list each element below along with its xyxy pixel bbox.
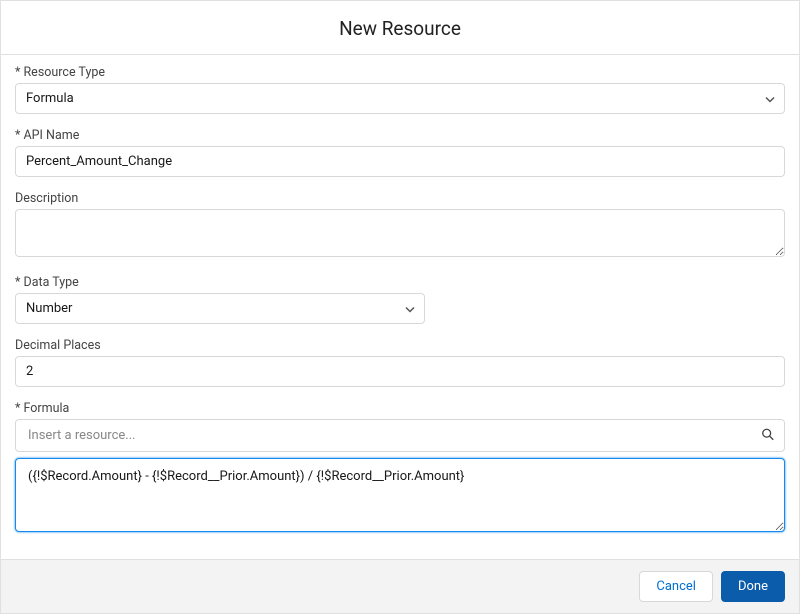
modal-title: New Resource bbox=[1, 1, 799, 55]
cancel-button[interactable]: Cancel bbox=[639, 571, 713, 602]
done-button[interactable]: Done bbox=[721, 571, 785, 602]
resource-type-label: Resource Type bbox=[15, 65, 785, 80]
decimal-places-input[interactable] bbox=[15, 356, 785, 387]
decimal-places-group: Decimal Places bbox=[15, 338, 785, 387]
api-name-label: API Name bbox=[15, 128, 785, 143]
resource-type-group: Resource Type Formula bbox=[15, 65, 785, 114]
description-textarea[interactable] bbox=[15, 209, 785, 257]
data-type-label: Data Type bbox=[15, 275, 785, 290]
search-icon bbox=[761, 426, 775, 445]
resource-type-select[interactable]: Formula bbox=[15, 83, 785, 114]
description-group: Description bbox=[15, 191, 785, 261]
formula-label: Formula bbox=[15, 401, 785, 416]
formula-group: Formula ({!$Record.Amount} - {!$Record__… bbox=[15, 401, 785, 536]
formula-editor[interactable]: ({!$Record.Amount} - {!$Record__Prior.Am… bbox=[15, 458, 785, 532]
data-type-select[interactable]: Number bbox=[15, 293, 425, 324]
data-type-select-wrap: Number bbox=[15, 293, 425, 324]
resource-lookup bbox=[15, 419, 785, 452]
resource-type-select-wrap: Formula bbox=[15, 83, 785, 114]
api-name-input[interactable] bbox=[15, 146, 785, 177]
data-type-group: Data Type Number bbox=[15, 275, 785, 324]
description-label: Description bbox=[15, 191, 785, 206]
resource-lookup-input[interactable] bbox=[15, 419, 785, 452]
decimal-places-label: Decimal Places bbox=[15, 338, 785, 353]
api-name-group: API Name bbox=[15, 128, 785, 177]
modal-footer: Cancel Done bbox=[1, 559, 799, 613]
form-body: Resource Type Formula API Name Descripti… bbox=[1, 55, 799, 536]
